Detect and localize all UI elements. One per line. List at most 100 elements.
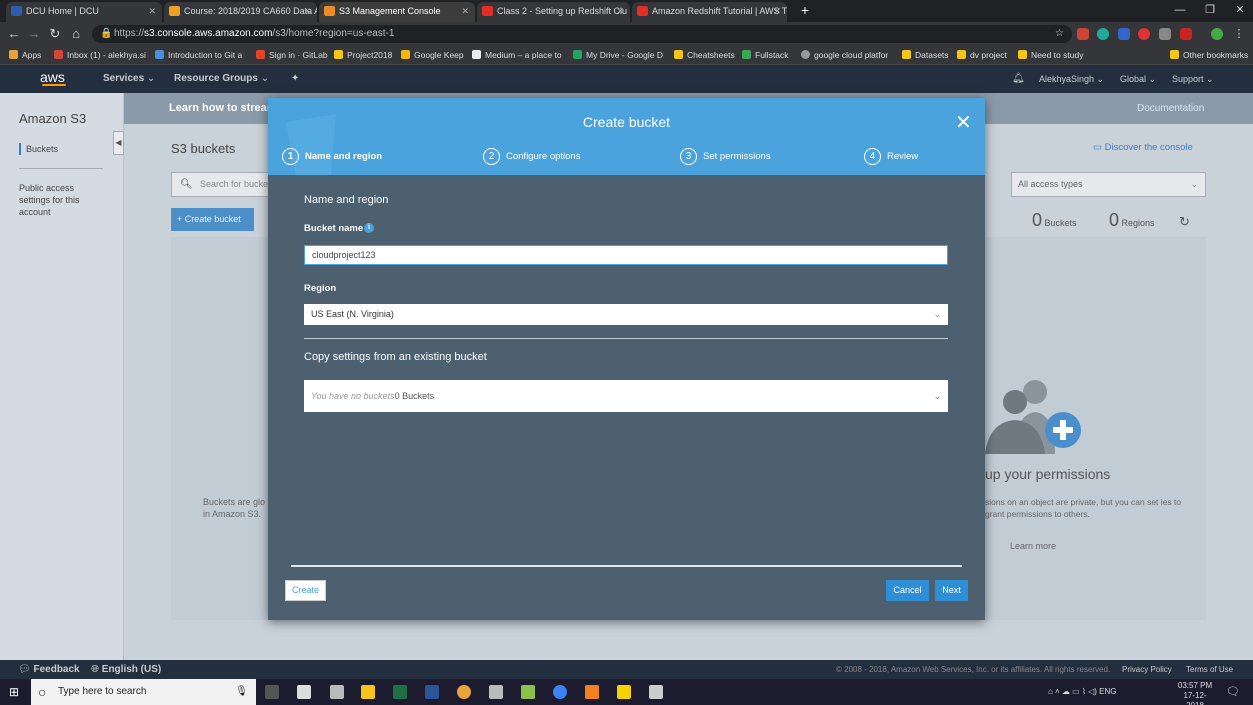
bucket-name-input[interactable] — [304, 245, 948, 265]
refresh-icon[interactable]: ↻ — [1179, 214, 1190, 230]
feedback-link[interactable]: 💬︎ Feedback — [18, 660, 80, 679]
sidebar-item-buckets[interactable]: Buckets — [19, 143, 58, 155]
cancel-button[interactable]: Cancel — [886, 580, 929, 601]
taskbar-search-input[interactable]: ○ Type here to search 🎙︎ — [31, 679, 256, 705]
browser-tab[interactable]: Amazon Redshift Tutorial | AWS T ✕ — [632, 2, 787, 22]
browser-tab[interactable]: DCU Home | DCU ✕ — [6, 2, 162, 22]
file-explorer-icon[interactable] — [361, 685, 375, 699]
mail-app-icon[interactable] — [330, 685, 344, 699]
region-select[interactable]: US East (N. Virginia) ⌄ — [304, 304, 948, 325]
services-menu[interactable]: Services ⌄ — [103, 65, 155, 93]
access-type-select[interactable]: All access types ⌄ — [1011, 172, 1206, 197]
bookmark[interactable]: Project2018 — [334, 46, 392, 64]
bookmark[interactable]: Sign in · GitLab — [256, 46, 328, 64]
system-tray[interactable]: ⌂ ˄ ☁ ▭ ⌇ ◁) ENG — [1048, 679, 1116, 705]
close-icon[interactable]: ✕ — [773, 2, 781, 20]
close-icon[interactable]: ✕ — [461, 2, 469, 20]
create-bucket-button[interactable]: + Create bucket — [171, 208, 254, 231]
tab-label: Amazon Redshift Tutorial | AWS T — [652, 6, 787, 16]
create-button[interactable]: Create — [285, 580, 326, 601]
new-tab-icon[interactable]: + — [790, 0, 820, 20]
bookmark[interactable]: Inbox (1) - alekhya.si — [54, 46, 146, 64]
profile-avatar-icon[interactable] — [1211, 28, 1223, 40]
back-arrow-icon[interactable]: ← — [5, 25, 23, 43]
bookmark[interactable]: Cheatsheets — [674, 46, 735, 64]
sidebar-item-public-access[interactable]: Public access settings for this account — [19, 182, 99, 218]
bookmark[interactable]: Datasets — [902, 46, 949, 64]
reload-icon[interactable]: ↻ — [46, 25, 64, 43]
notification-icon[interactable]: 🗨︎ — [1226, 685, 1240, 698]
url-field[interactable]: 🔒 https://s3.console.aws.amazon.com/s3/h… — [92, 25, 1072, 43]
close-icon[interactable]: ✕ — [955, 112, 972, 134]
step-configure-options[interactable]: 2 Configure options — [483, 148, 580, 166]
microphone-icon[interactable]: 🎙︎ — [235, 679, 248, 705]
drive-icon — [573, 50, 582, 59]
app-icon[interactable] — [521, 685, 535, 699]
bell-icon[interactable]: 🔔︎ — [1012, 65, 1025, 93]
language-selector[interactable]: 🌐︎ English (US) — [91, 660, 161, 679]
bookmark-other[interactable]: Other bookmarks — [1170, 46, 1248, 64]
store-icon[interactable] — [297, 685, 311, 699]
bookmark[interactable]: Introduction to Git a — [155, 46, 242, 64]
sidebar-collapse-icon[interactable]: ◀ — [113, 131, 124, 155]
next-button[interactable]: Next — [935, 580, 968, 601]
bucket-search-input[interactable]: 🔍︎ Search for bucke — [171, 172, 271, 197]
close-icon[interactable]: ✕ — [148, 2, 156, 20]
restore-icon[interactable]: ❐ — [1195, 0, 1225, 20]
step-name-region[interactable]: 1 Name and region — [282, 148, 382, 166]
browser-tab[interactable]: Class 2 - Setting up Redshift Clu ✕ — [477, 2, 630, 22]
sticky-notes-icon[interactable] — [617, 685, 631, 699]
mail-icon[interactable] — [1159, 28, 1171, 40]
browser-tab-active[interactable]: S3 Management Console ✕ — [319, 2, 475, 22]
sublime-icon[interactable] — [585, 685, 599, 699]
step-set-permissions[interactable]: 3 Set permissions — [680, 148, 771, 166]
copy-settings-select[interactable]: You have no buckets0 Buckets ⌄ — [304, 380, 948, 412]
step-review[interactable]: 4 Review — [864, 148, 918, 166]
documentation-link[interactable]: Documentation — [1137, 93, 1204, 124]
banner-text[interactable]: Learn how to stream — [169, 93, 277, 124]
info-icon[interactable]: i — [364, 223, 374, 233]
excel-icon[interactable] — [393, 685, 407, 699]
chrome-icon[interactable] — [457, 685, 471, 699]
bookmark[interactable]: Google Keep — [401, 46, 464, 64]
star-icon[interactable]: ☆ — [1055, 25, 1064, 43]
learn-more-link[interactable]: Learn more — [1010, 541, 1056, 551]
snipping-tool-icon[interactable] — [649, 685, 663, 699]
task-view-icon[interactable] — [265, 685, 279, 699]
browser-tab[interactable]: Course: 2018/2019 CA660 Data A ✕ — [164, 2, 317, 22]
support-menu[interactable]: Support ⌄ — [1172, 65, 1214, 93]
bookmark[interactable]: Medium – a place to — [472, 46, 562, 64]
word-icon[interactable] — [425, 685, 439, 699]
bookmark[interactable]: Need to study — [1018, 46, 1083, 64]
home-icon[interactable]: ⌂ — [67, 25, 85, 43]
discover-console-link[interactable]: ▭ Discover the console — [1093, 141, 1193, 155]
bookmark[interactable]: google cloud platfor — [801, 46, 888, 64]
minimize-icon[interactable]: — — [1165, 0, 1195, 20]
privacy-link[interactable]: Privacy Policy — [1122, 660, 1172, 679]
close-window-icon[interactable]: ✕ — [1225, 0, 1253, 20]
windows-start-icon[interactable]: ⊞ — [9, 685, 19, 699]
bookmark[interactable]: My Drive - Google D — [573, 46, 663, 64]
grammarly-icon[interactable] — [1097, 28, 1109, 40]
menu-kebab-icon[interactable]: ⋮ — [1230, 25, 1248, 43]
extension-icon[interactable] — [1077, 28, 1089, 40]
taskbar-search-placeholder: Type here to search — [58, 686, 147, 697]
bookmark[interactable]: Fullstack — [742, 46, 789, 64]
forward-arrow-icon[interactable]: → — [25, 25, 43, 43]
video-icon: ▭ — [1093, 142, 1105, 153]
close-icon[interactable]: ✕ — [616, 2, 624, 20]
app-icon[interactable] — [553, 685, 567, 699]
linkedin-icon[interactable] — [1118, 28, 1130, 40]
adblock-icon[interactable] — [1138, 28, 1150, 40]
bookmark[interactable]: dv project — [957, 46, 1007, 64]
region-menu[interactable]: Global ⌄ — [1120, 65, 1156, 93]
user-menu[interactable]: AlekhyaSingh ⌄ — [1039, 65, 1104, 93]
bookmark-apps[interactable]: Apps — [9, 46, 41, 64]
close-icon[interactable]: ✕ — [303, 2, 311, 20]
pin-icon[interactable]: ✦ — [291, 65, 299, 93]
app-icon[interactable] — [489, 685, 503, 699]
terms-link[interactable]: Terms of Use — [1186, 660, 1233, 679]
resource-groups-menu[interactable]: Resource Groups ⌄ — [174, 65, 269, 93]
extension-icon[interactable] — [1180, 28, 1192, 40]
clock[interactable]: 03:57 PM17-12-2018 — [1175, 681, 1215, 705]
